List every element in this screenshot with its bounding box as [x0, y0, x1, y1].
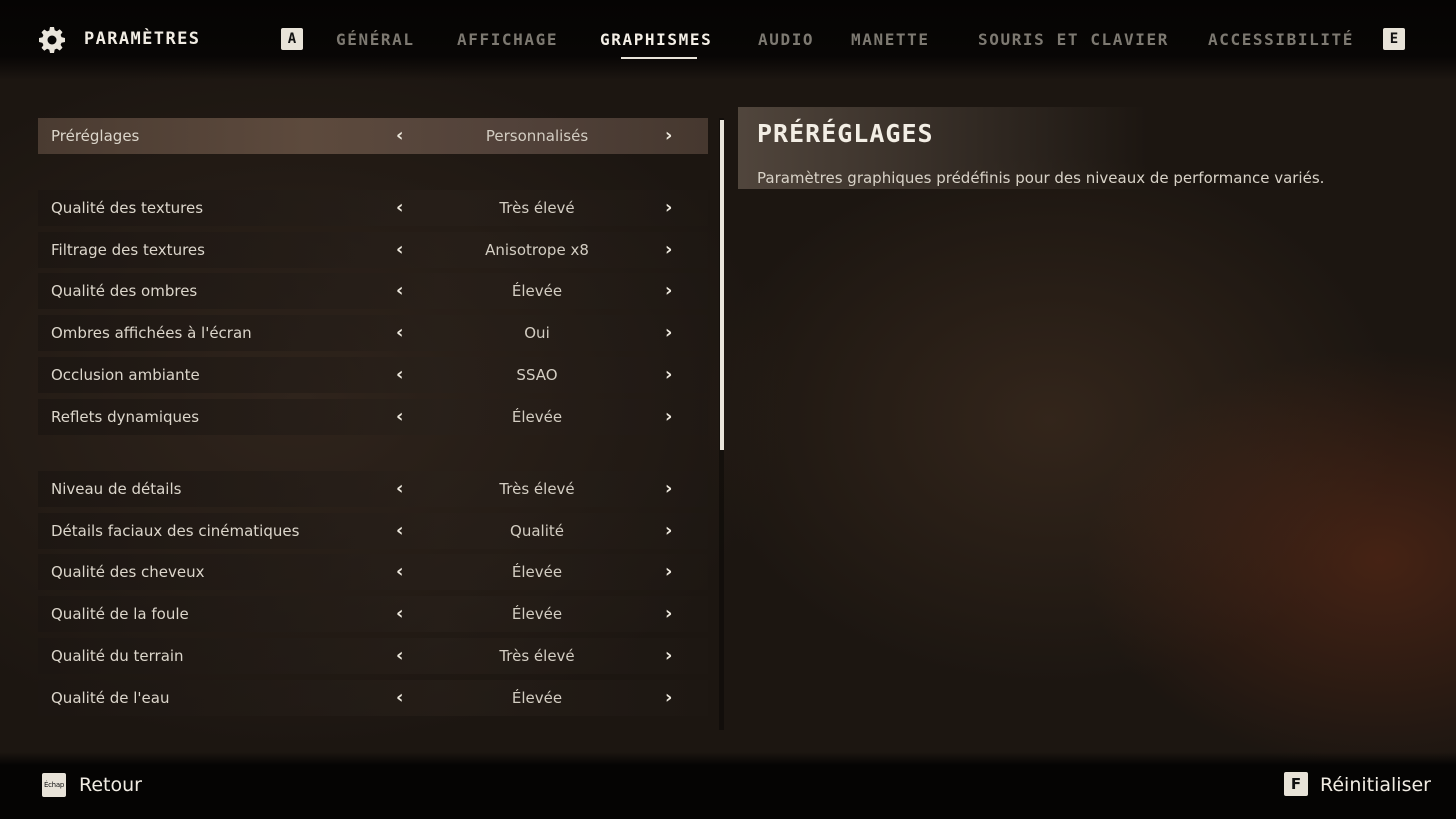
setting-label: Qualité des textures — [51, 199, 204, 217]
tab-accessibilite[interactable]: ACCESSIBILITÉ — [1208, 30, 1354, 49]
chevron-left-icon[interactable]: ‹ — [396, 406, 403, 427]
chevron-left-icon[interactable]: ‹ — [396, 645, 403, 666]
chevron-left-icon[interactable]: ‹ — [396, 478, 403, 499]
tab-audio[interactable]: AUDIO — [758, 30, 814, 49]
chevron-left-icon[interactable]: ‹ — [396, 603, 403, 624]
chevron-right-icon[interactable]: › — [665, 478, 672, 499]
tab-graphismes[interactable]: GRAPHISMES — [600, 30, 712, 49]
chevron-right-icon[interactable]: › — [665, 406, 672, 427]
setting-value: SSAO — [516, 366, 558, 384]
chevron-left-icon[interactable]: ‹ — [396, 687, 403, 708]
active-tab-indicator — [621, 57, 697, 59]
top-bar: PARAMÈTRES A GÉNÉRAL AFFICHAGE GRAPHISME… — [0, 0, 1456, 80]
page-title: PARAMÈTRES — [84, 29, 201, 49]
chevron-left-icon[interactable]: ‹ — [396, 364, 403, 385]
setting-row-ambient-occlusion[interactable]: Occlusion ambiante ‹ SSAO › — [38, 357, 708, 393]
chevron-right-icon[interactable]: › — [665, 280, 672, 301]
setting-label: Préréglages — [51, 127, 140, 145]
setting-row-texture-filtering[interactable]: Filtrage des textures ‹ Anisotrope x8 › — [38, 232, 708, 268]
tab-manette[interactable]: MANETTE — [851, 30, 930, 49]
tab-souris-et-clavier[interactable]: SOURIS ET CLAVIER — [978, 30, 1169, 49]
setting-value: Élevée — [511, 605, 563, 623]
setting-value: Élevée — [511, 563, 563, 581]
info-heading: PRÉRÉGLAGES — [757, 119, 934, 148]
chevron-right-icon[interactable]: › — [665, 687, 672, 708]
setting-row-screen-space-shadows[interactable]: Ombres affichées à l'écran ‹ Oui › — [38, 315, 708, 351]
setting-label: Qualité des cheveux — [51, 563, 205, 581]
setting-row-texture-quality[interactable]: Qualité des textures ‹ Très élevé › — [38, 190, 708, 226]
setting-label: Qualité du terrain — [51, 647, 184, 665]
chevron-right-icon[interactable]: › — [665, 197, 672, 218]
tab-general[interactable]: GÉNÉRAL — [336, 30, 415, 49]
setting-row-crowd-quality[interactable]: Qualité de la foule ‹ Élevée › — [38, 596, 708, 632]
chevron-left-icon[interactable]: ‹ — [396, 561, 403, 582]
chevron-right-icon[interactable]: › — [665, 364, 672, 385]
setting-label: Qualité de l'eau — [51, 689, 170, 707]
chevron-right-icon[interactable]: › — [665, 125, 672, 146]
back-key-icon[interactable]: Échap — [42, 773, 66, 797]
setting-row-shadow-quality[interactable]: Qualité des ombres ‹ Élevée › — [38, 273, 708, 309]
reset-key-icon[interactable]: F — [1284, 772, 1308, 796]
setting-row-cinematic-face-detail[interactable]: Détails faciaux des cinématiques ‹ Quali… — [38, 513, 708, 549]
setting-label: Niveau de détails — [51, 480, 182, 498]
chevron-right-icon[interactable]: › — [665, 239, 672, 260]
setting-row-level-of-detail[interactable]: Niveau de détails ‹ Très élevé › — [38, 471, 708, 507]
chevron-left-icon[interactable]: ‹ — [396, 197, 403, 218]
setting-value: Anisotrope x8 — [485, 241, 589, 259]
setting-value: Élevée — [511, 282, 563, 300]
setting-row-dynamic-reflections[interactable]: Reflets dynamiques ‹ Élevée › — [38, 399, 708, 435]
setting-value: Très élevé — [499, 199, 575, 217]
setting-label: Filtrage des textures — [51, 241, 205, 259]
setting-label: Reflets dynamiques — [51, 408, 200, 426]
prev-tab-key[interactable]: A — [281, 28, 303, 50]
chevron-left-icon[interactable]: ‹ — [396, 239, 403, 260]
setting-row-water-quality[interactable]: Qualité de l'eau ‹ Élevée › — [38, 680, 708, 716]
back-button[interactable]: Retour — [79, 774, 142, 796]
setting-value: Élevée — [511, 408, 563, 426]
setting-label: Occlusion ambiante — [51, 366, 200, 384]
setting-value: Qualité — [510, 522, 564, 540]
chevron-right-icon[interactable]: › — [665, 322, 672, 343]
chevron-left-icon[interactable]: ‹ — [396, 520, 403, 541]
setting-label: Ombres affichées à l'écran — [51, 324, 252, 342]
info-description: Paramètres graphiques prédéfinis pour de… — [757, 169, 1325, 187]
setting-label: Qualité de la foule — [51, 605, 189, 623]
setting-row-terrain-quality[interactable]: Qualité du terrain ‹ Très élevé › — [38, 638, 708, 674]
chevron-left-icon[interactable]: ‹ — [396, 280, 403, 301]
reset-button[interactable]: Réinitialiser — [1320, 774, 1431, 796]
setting-row-preglages[interactable]: Préréglages ‹ Personnalisés › — [38, 118, 708, 154]
gear-icon — [39, 27, 65, 53]
chevron-left-icon[interactable]: ‹ — [396, 322, 403, 343]
tab-affichage[interactable]: AFFICHAGE — [457, 30, 558, 49]
setting-value: Très élevé — [499, 480, 575, 498]
chevron-right-icon[interactable]: › — [665, 603, 672, 624]
chevron-right-icon[interactable]: › — [665, 520, 672, 541]
bottom-bar — [0, 752, 1456, 819]
chevron-right-icon[interactable]: › — [665, 561, 672, 582]
setting-value: Oui — [524, 324, 550, 342]
setting-label: Qualité des ombres — [51, 282, 198, 300]
setting-value: Élevée — [511, 689, 563, 707]
scrollbar-thumb[interactable] — [720, 120, 724, 450]
setting-label: Détails faciaux des cinématiques — [51, 522, 300, 540]
chevron-left-icon[interactable]: ‹ — [396, 125, 403, 146]
setting-row-hair-quality[interactable]: Qualité des cheveux ‹ Élevée › — [38, 554, 708, 590]
next-tab-key[interactable]: E — [1383, 28, 1405, 50]
chevron-right-icon[interactable]: › — [665, 645, 672, 666]
setting-value: Très élevé — [499, 647, 575, 665]
setting-value: Personnalisés — [485, 127, 589, 145]
